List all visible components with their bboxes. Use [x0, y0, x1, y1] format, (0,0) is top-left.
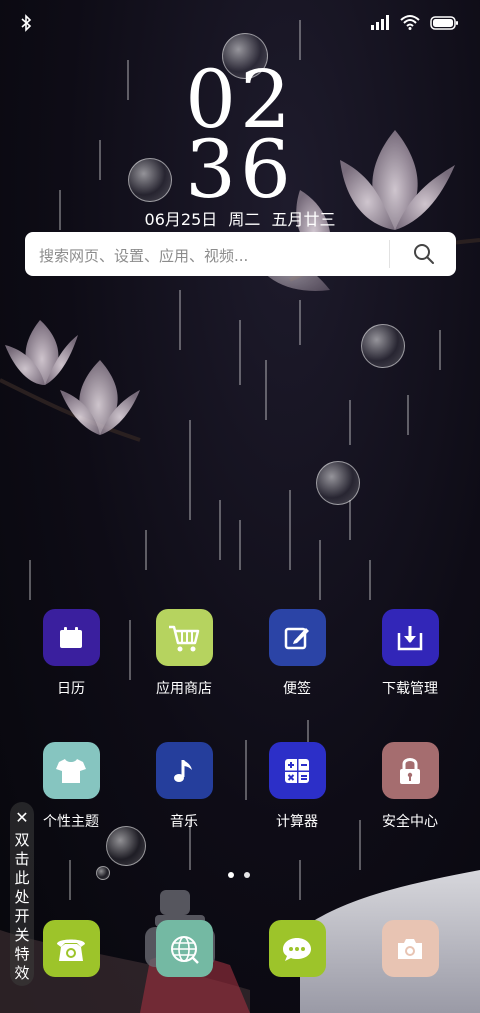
search-placeholder: 搜索网页、设置、应用、视频...	[39, 247, 249, 265]
download-icon	[381, 609, 439, 666]
app-security-center[interactable]: 安全中心	[360, 742, 460, 831]
page-dot-active	[228, 872, 234, 878]
calculator-icon	[268, 742, 326, 799]
page-indicator[interactable]	[228, 872, 250, 878]
app-label: 便签	[283, 681, 311, 697]
status-bar	[0, 0, 480, 46]
app-label: 日历	[57, 681, 85, 697]
home-screen: 02 36 06月25日 周二 五月廿三 搜索网页、设置、应用、视频... 日历	[0, 0, 480, 1013]
music-note-icon	[155, 742, 213, 799]
tshirt-icon	[42, 742, 100, 799]
browser-globe-icon	[155, 920, 213, 977]
app-notes[interactable]: 便签	[247, 609, 347, 698]
app-label: 个性主题	[43, 814, 99, 830]
app-calendar[interactable]: 日历	[21, 609, 121, 698]
app-label: 计算器	[276, 814, 318, 830]
effects-toggle-pill[interactable]: ✕ 双击此处开关特效	[10, 802, 34, 986]
app-store[interactable]: 应用商店	[134, 609, 234, 698]
battery-icon	[430, 15, 458, 34]
effects-toggle-text: 双击此处开关特效	[14, 831, 30, 982]
dock-phone[interactable]	[21, 920, 121, 977]
app-label: 音乐	[170, 814, 198, 830]
app-download-manager[interactable]: 下载管理	[360, 609, 460, 698]
app-label: 应用商店	[156, 681, 212, 697]
page-dot	[244, 872, 250, 878]
app-calculator[interactable]: 计算器	[247, 742, 347, 831]
app-music[interactable]: 音乐	[134, 742, 234, 831]
bubble-decoration	[316, 461, 360, 505]
phone-icon	[42, 920, 100, 977]
search-divider	[389, 240, 390, 268]
camera-icon	[381, 920, 439, 977]
search-bar[interactable]: 搜索网页、设置、应用、视频...	[25, 232, 456, 276]
bubble-decoration	[106, 826, 146, 866]
calendar-icon	[42, 609, 100, 666]
app-label: 下载管理	[382, 681, 438, 697]
dock-camera[interactable]	[360, 920, 460, 977]
search-icon[interactable]	[412, 242, 436, 270]
edit-note-icon	[268, 609, 326, 666]
dock-messages[interactable]	[247, 920, 347, 977]
cell-signal-icon	[370, 14, 390, 34]
bubble-decoration	[96, 866, 110, 880]
shopping-cart-icon	[155, 609, 213, 666]
bluetooth-icon	[20, 14, 32, 36]
app-label: 安全中心	[382, 814, 438, 830]
app-themes[interactable]: 个性主题	[21, 742, 121, 831]
dock-browser[interactable]	[134, 920, 234, 977]
wifi-icon	[400, 14, 420, 34]
message-icon	[268, 920, 326, 977]
clock-minute[interactable]: 36	[0, 130, 480, 210]
date-text: 06月25日 周二 五月廿三	[144, 210, 336, 229]
close-icon[interactable]: ✕	[10, 808, 34, 827]
lock-icon	[381, 742, 439, 799]
bubble-decoration	[361, 324, 405, 368]
